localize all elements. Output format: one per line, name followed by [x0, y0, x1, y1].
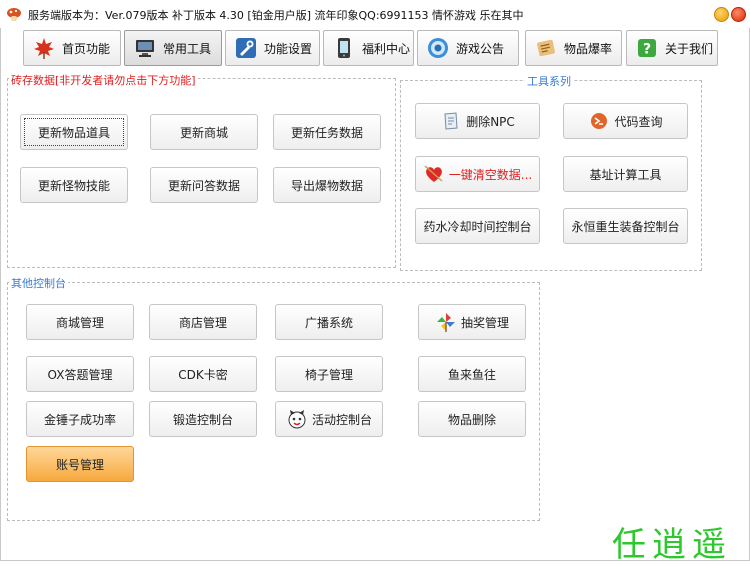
update-mall-button[interactable]: 更新商城 — [150, 114, 258, 150]
lottery-manage-button[interactable]: 抽奖管理 — [418, 304, 526, 340]
tab-drop-rate[interactable]: 物品爆率 — [525, 30, 622, 66]
tab-welfare[interactable]: 福利中心 — [323, 30, 414, 66]
chair-manage-button[interactable]: 椅子管理 — [275, 356, 383, 392]
update-monster-skills-button[interactable]: 更新怪物技能 — [20, 167, 128, 203]
golden-hammer-button[interactable]: 金锤子成功率 — [26, 401, 134, 437]
export-drops-button[interactable]: 导出爆物数据 — [273, 167, 381, 203]
tab-home[interactable]: 首页功能 — [23, 30, 121, 66]
broadcast-button[interactable]: 广播系统 — [275, 304, 383, 340]
delete-npc-button[interactable]: 删除NPC — [415, 103, 540, 139]
eternal-rebirth-button[interactable]: 永恒重生装备控制台 — [563, 208, 688, 244]
tab-settings[interactable]: 功能设置 — [225, 30, 320, 66]
scroll-icon — [537, 39, 555, 57]
update-quests-button[interactable]: 更新任务数据 — [273, 114, 381, 150]
tab-common-tools[interactable]: 常用工具 — [124, 30, 222, 66]
shop-manage-button[interactable]: 商店管理 — [149, 304, 257, 340]
event-console-button[interactable]: 活动控制台 — [275, 401, 383, 437]
svg-text:?: ? — [643, 42, 651, 58]
tab-announcement[interactable]: 游戏公告 — [417, 30, 519, 66]
ox-quiz-button[interactable]: OX答题管理 — [26, 356, 134, 392]
pinwheel-icon — [436, 313, 455, 332]
tab-label: 游戏公告 — [456, 41, 505, 56]
maple-leaf-icon — [34, 38, 54, 59]
close-button[interactable] — [731, 7, 746, 22]
button-label: 一键清空数据... — [448, 167, 533, 182]
npc-icon — [444, 112, 458, 130]
tab-label: 福利中心 — [362, 41, 411, 56]
item-delete-button[interactable]: 物品删除 — [418, 401, 526, 437]
phone-icon — [338, 38, 350, 58]
minimize-button[interactable] — [714, 7, 729, 22]
mall-manage-button[interactable]: 商城管理 — [26, 304, 134, 340]
update-quiz-button[interactable]: 更新问答数据 — [150, 167, 258, 203]
tab-label: 功能设置 — [264, 41, 313, 56]
code-icon — [591, 113, 608, 129]
button-label: 抽奖管理 — [460, 315, 509, 330]
cache-group-title: 砖存数据[非开发者请勿点击下方功能] — [9, 72, 198, 88]
update-items-button[interactable]: 更新物品道具 — [20, 114, 128, 150]
tools-group-title: 工具系列 — [525, 73, 573, 89]
tab-about[interactable]: ? 关于我们 — [626, 30, 718, 66]
cdk-button[interactable]: CDK卡密 — [149, 356, 257, 392]
watermark-text: 任逍遥 — [612, 525, 732, 565]
tab-label: 物品爆率 — [564, 41, 613, 56]
button-label: 删除NPC — [466, 114, 515, 129]
app-mushroom-icon — [7, 8, 21, 21]
tab-label: 首页功能 — [62, 41, 111, 56]
heart-icon — [424, 165, 443, 182]
address-calc-button[interactable]: 基址计算工具 — [563, 156, 688, 192]
other-group-title: 其他控制台 — [9, 275, 68, 291]
forge-console-button[interactable]: 锻造控制台 — [149, 401, 257, 437]
button-label: 活动控制台 — [311, 412, 372, 427]
tab-label: 常用工具 — [163, 41, 212, 56]
clear-data-button[interactable]: 一键清空数据... — [415, 156, 540, 192]
title-bar: 服务端版本为：Ver.079版本 补丁版本 4.30 [铂金用户版] 流年印象Q… — [0, 0, 750, 28]
button-label: 代码查询 — [614, 114, 663, 129]
account-manage-button[interactable]: 账号管理 — [26, 446, 134, 482]
potion-cooldown-button[interactable]: 药水冷却时间控制台 — [415, 208, 540, 244]
computer-icon — [136, 40, 154, 57]
fish-button[interactable]: 鱼来鱼往 — [418, 356, 526, 392]
cat-face-icon — [288, 410, 306, 429]
speaker-icon — [428, 38, 448, 58]
tab-label: 关于我们 — [665, 41, 714, 56]
code-query-button[interactable]: 代码查询 — [563, 103, 688, 139]
tools-icon — [236, 38, 256, 58]
question-icon: ? — [638, 39, 656, 58]
window-title: 服务端版本为：Ver.079版本 补丁版本 4.30 [铂金用户版] 流年印象Q… — [28, 9, 524, 22]
